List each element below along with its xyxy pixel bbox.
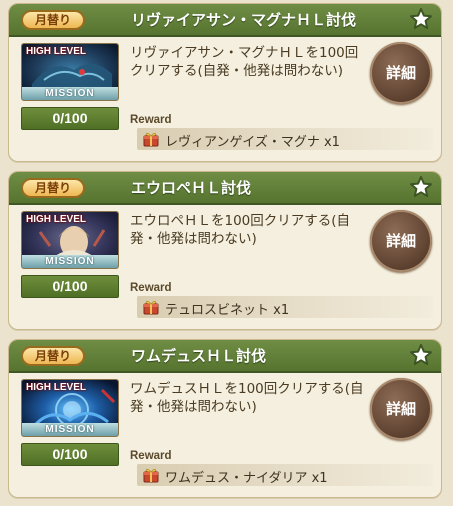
mission-header: 月替り リヴァイアサン・マグナＨＬ討伐 [9,4,441,37]
reward-item: テュロスビネット x1 [165,303,290,318]
mission-thumbnail: HIGH LEVEL MISSION [21,211,119,269]
reward-label: Reward [130,282,172,294]
gift-icon [143,468,159,483]
high-level-label: HIGH LEVEL [26,46,87,57]
reward-label: Reward [130,114,172,126]
mission-description: リヴァイアサン・マグナＨＬを100回クリアする(自発・他発は問わない) [130,45,359,79]
mission-card: 月替り エウロペＨＬ討伐 HIGH LEVEL MISSION 0/100 エウ… [8,171,442,330]
mission-description: ワムデュスＨＬを100回クリアする(自発・他発は問わない) [130,381,364,415]
mission-header: 月替り エウロペＨＬ討伐 [9,172,441,205]
monthly-badge: 月替り [21,10,85,30]
progress-counter: 0/100 [21,275,119,298]
monthly-badge: 月替り [21,178,85,198]
reward-row: テュロスビネット x1 [137,296,433,318]
progress-counter: 0/100 [21,107,119,130]
favorite-star-icon[interactable] [409,7,433,31]
high-level-label: HIGH LEVEL [26,382,87,393]
mission-title: ワムデュスＨＬ討伐 [131,347,267,365]
details-button[interactable]: 詳細 [370,378,432,440]
mission-tag: MISSION [22,87,118,100]
details-button[interactable]: 詳細 [370,42,432,104]
gift-icon [143,300,159,315]
reward-row: ワムデュス・ナイダリア x1 [137,464,433,486]
reward-label: Reward [130,450,172,462]
mission-tag: MISSION [22,423,118,436]
reward-item: ワムデュス・ナイダリア x1 [165,471,328,486]
mission-title: リヴァイアサン・マグナＨＬ討伐 [131,11,357,29]
progress-counter: 0/100 [21,443,119,466]
reward-row: レヴィアンゲイズ・マグナ x1 [137,128,433,150]
high-level-label: HIGH LEVEL [26,214,87,225]
reward-item: レヴィアンゲイズ・マグナ x1 [165,135,340,150]
mission-tag: MISSION [22,255,118,268]
mission-description: エウロペＨＬを100回クリアする(自発・他発は問わない) [130,213,351,247]
details-button[interactable]: 詳細 [370,210,432,272]
mission-thumbnail: HIGH LEVEL MISSION [21,43,119,101]
mission-title: エウロペＨＬ討伐 [131,179,252,197]
monthly-badge: 月替り [21,346,85,366]
gift-icon [143,132,159,147]
mission-card: 月替り リヴァイアサン・マグナＨＬ討伐 HIGH LEVEL MISSION 0… [8,3,442,162]
favorite-star-icon[interactable] [409,343,433,367]
mission-thumbnail: HIGH LEVEL MISSION [21,379,119,437]
favorite-star-icon[interactable] [409,175,433,199]
mission-card: 月替り ワムデュスＨＬ討伐 HIGH LEVEL MISSION 0/100 ワ… [8,339,442,498]
mission-header: 月替り ワムデュスＨＬ討伐 [9,340,441,373]
